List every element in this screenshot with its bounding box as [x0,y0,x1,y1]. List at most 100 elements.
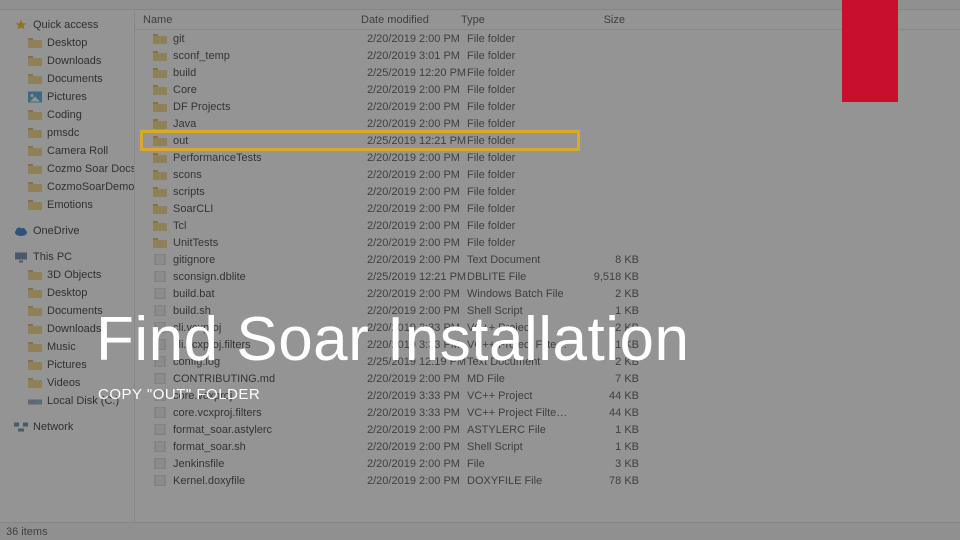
file-type: File folder [467,152,575,164]
nav-item[interactable]: CozmoSoarDemo [0,178,134,196]
status-bar: 36 items [0,522,960,540]
file-row[interactable]: sconf_temp2/20/2019 3:01 PMFile folder [135,47,960,64]
folder-icon [153,50,167,62]
file-type: VC++ Project Filte… [467,407,575,419]
file-type: File folder [467,101,575,113]
file-type: File folder [467,220,575,232]
file-type: File folder [467,237,575,249]
file-date: 2/20/2019 2:00 PM [367,33,467,45]
file-date: 2/20/2019 2:00 PM [367,84,467,96]
file-row[interactable]: UnitTests2/20/2019 2:00 PMFile folder [135,234,960,251]
nav-item[interactable]: This PC [0,248,134,266]
file-row[interactable]: PerformanceTests2/20/2019 2:00 PMFile fo… [135,149,960,166]
folder-icon [153,237,167,249]
file-row[interactable]: scons2/20/2019 2:00 PMFile folder [135,166,960,183]
file-row[interactable]: Java2/20/2019 2:00 PMFile folder [135,115,960,132]
file-date: 2/20/2019 2:00 PM [367,441,467,453]
file-type: DBLITE File [467,271,575,283]
nav-item[interactable]: Emotions [0,196,134,214]
column-header-type[interactable]: Type [453,14,561,26]
nav-item[interactable]: Cozmo Soar Docs [0,160,134,178]
nav-item[interactable]: Quick access [0,16,134,34]
file-name: SoarCLI [173,203,367,215]
file-size: 3 KB [575,458,651,470]
nav-item[interactable]: OneDrive [0,222,134,240]
drive-icon [28,395,42,407]
folder-icon [153,84,167,96]
nav-item[interactable]: Desktop [0,34,134,52]
file-row[interactable]: Jenkinsfile2/20/2019 2:00 PMFile3 KB [135,455,960,472]
file-row[interactable]: build.bat2/20/2019 2:00 PMWindows Batch … [135,285,960,302]
nav-item-label: Desktop [47,37,87,49]
file-name: Kernel.doxyfile [173,475,367,487]
folder-icon [153,220,167,232]
file-name: Core [173,84,367,96]
file-row[interactable]: format_soar.sh2/20/2019 2:00 PMShell Scr… [135,438,960,455]
file-row[interactable]: SoarCLI2/20/2019 2:00 PMFile folder [135,200,960,217]
nav-item[interactable]: Coding [0,106,134,124]
nav-item-label: CozmoSoarDemo [47,181,134,193]
column-header-date[interactable]: Date modified [353,14,453,26]
file-size: 44 KB [575,390,651,402]
file-row[interactable]: core.vcxproj.filters2/20/2019 3:33 PMVC+… [135,404,960,421]
file-row[interactable]: format_soar.astylerc2/20/2019 2:00 PMAST… [135,421,960,438]
nav-item[interactable]: Pictures [0,88,134,106]
network-icon [14,421,28,433]
navigation-pane[interactable]: Quick accessDesktopDownloadsDocumentsPic… [0,10,135,522]
folder-icon [28,181,42,193]
nav-item-label: Desktop [47,287,87,299]
file-date: 2/20/2019 2:00 PM [367,186,467,198]
nav-item[interactable]: Documents [0,70,134,88]
column-header-size[interactable]: Size [561,14,637,26]
nav-item-label: Cozmo Soar Docs [47,163,134,175]
file-size: 1 KB [575,424,651,436]
folder-icon [28,145,42,157]
file-name: format_soar.sh [173,441,367,453]
file-icon [153,271,167,283]
nav-item-label: Music [47,341,76,353]
file-type: File folder [467,203,575,215]
folder-icon [28,359,42,371]
file-date: 2/20/2019 2:00 PM [367,475,467,487]
file-row[interactable]: gitignore2/20/2019 2:00 PMText Document8… [135,251,960,268]
file-date: 2/20/2019 2:00 PM [367,254,467,266]
file-icon [153,475,167,487]
file-row[interactable]: Kernel.doxyfile2/20/2019 2:00 PMDOXYFILE… [135,472,960,489]
nav-item[interactable]: 3D Objects [0,266,134,284]
file-icon [153,441,167,453]
file-date: 2/25/2019 12:21 PM [367,135,467,147]
file-size: 78 KB [575,475,651,487]
file-type: File folder [467,67,575,79]
folder-icon [28,323,42,335]
file-row[interactable]: out2/25/2019 12:21 PMFile folder [135,132,960,149]
folder-icon [153,186,167,198]
file-row[interactable]: Tcl2/20/2019 2:00 PMFile folder [135,217,960,234]
slide-subtitle: COPY "OUT" FOLDER [98,386,260,403]
file-row[interactable]: sconsign.dblite2/25/2019 12:21 PMDBLITE … [135,268,960,285]
file-name: core.vcxproj.filters [173,407,367,419]
file-date: 2/20/2019 3:01 PM [367,50,467,62]
file-row[interactable]: scripts2/20/2019 2:00 PMFile folder [135,183,960,200]
file-date: 2/20/2019 3:33 PM [367,390,467,402]
column-headers[interactable]: Name Date modified Type Size [135,10,960,30]
nav-item-label: Emotions [47,199,93,211]
nav-item[interactable]: Network [0,418,134,436]
nav-item[interactable]: Desktop [0,284,134,302]
file-list[interactable]: git2/20/2019 2:00 PMFile foldersconf_tem… [135,30,960,522]
file-row[interactable]: Core2/20/2019 2:00 PMFile folder [135,81,960,98]
file-type: Shell Script [467,441,575,453]
nav-item[interactable]: Camera Roll [0,142,134,160]
file-name: build [173,67,367,79]
nav-item-label: Camera Roll [47,145,108,157]
file-row[interactable]: git2/20/2019 2:00 PMFile folder [135,30,960,47]
file-row[interactable]: DF Projects2/20/2019 2:00 PMFile folder [135,98,960,115]
nav-item-label: Coding [47,109,82,121]
file-row[interactable]: build2/25/2019 12:20 PMFile folder [135,64,960,81]
column-header-name[interactable]: Name [135,14,353,26]
nav-item-label: Pictures [47,359,87,371]
nav-item[interactable]: Downloads [0,52,134,70]
file-date: 2/20/2019 2:00 PM [367,237,467,249]
nav-item[interactable]: pmsdc [0,124,134,142]
file-date: 2/25/2019 12:21 PM [367,271,467,283]
folder-icon [153,169,167,181]
